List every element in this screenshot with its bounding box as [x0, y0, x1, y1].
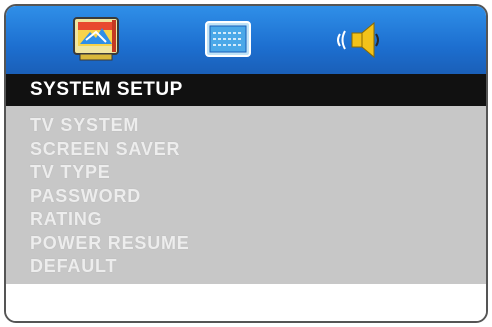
- description-area: [6, 284, 486, 321]
- menu-item-screen-saver[interactable]: SCREEN SAVER: [30, 138, 486, 162]
- tab-system-setup[interactable]: [66, 14, 126, 66]
- menu-item-tv-system[interactable]: TV SYSTEM: [30, 114, 486, 138]
- setup-menu-panel: SYSTEM SETUP TV SYSTEM SCREEN SAVER TV T…: [4, 4, 488, 323]
- tab-display-setup[interactable]: [198, 14, 258, 66]
- menu-item-default[interactable]: DEFAULT: [30, 255, 486, 279]
- menu-item-password[interactable]: PASSWORD: [30, 185, 486, 209]
- system-setup-icon: [73, 17, 119, 61]
- menu-item-tv-type[interactable]: TV TYPE: [30, 161, 486, 185]
- setup-menu-list: TV SYSTEM SCREEN SAVER TV TYPE PASSWORD …: [6, 106, 486, 284]
- menu-item-rating[interactable]: RATING: [30, 208, 486, 232]
- section-title: SYSTEM SETUP: [6, 74, 486, 106]
- menu-item-power-resume[interactable]: POWER RESUME: [30, 232, 486, 256]
- display-setup-icon: [205, 21, 251, 57]
- audio-setup-icon: [337, 21, 379, 59]
- tab-bar: [6, 6, 486, 74]
- tab-audio-setup[interactable]: [328, 14, 388, 66]
